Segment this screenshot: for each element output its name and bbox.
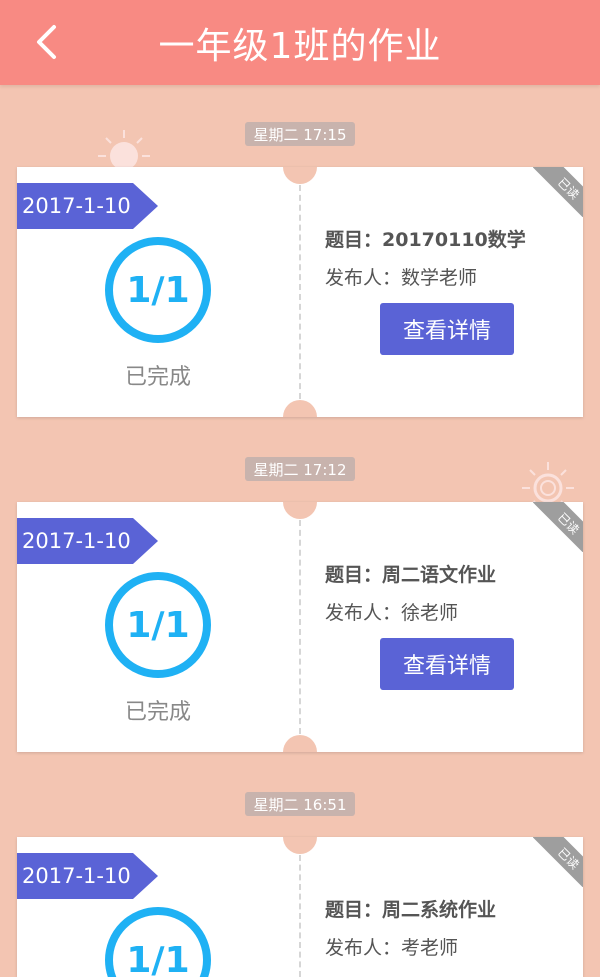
read-badge: 已读 [533, 167, 583, 217]
homework-card[interactable]: 2017-1-10 1/1 已完成 题目：20170110数学 发布人：数学老师… [17, 167, 583, 417]
date-tag: 2017-1-10 [17, 183, 158, 229]
timestamp-badge: 星期二 17:15 [245, 122, 355, 146]
homework-publisher: 发布人：考老师 [325, 937, 459, 959]
dashed-divider [299, 855, 301, 977]
homework-card[interactable]: 2017-1-10 1/1 题目：周二系统作业 发布人：考老师 已读 [17, 837, 583, 977]
read-badge: 已读 [533, 837, 583, 887]
chevron-left-icon [37, 25, 56, 59]
app-header: 一年级1班的作业 [0, 0, 600, 85]
view-details-button[interactable]: 查看详情 [380, 303, 514, 355]
dashed-divider [299, 185, 301, 399]
homework-subject: 题目：20170110数学 [325, 229, 526, 251]
page-title: 一年级1班的作业 [158, 25, 442, 67]
read-badge-label: 已读 [533, 167, 583, 217]
progress-circle: 1/1 [105, 572, 211, 678]
homework-subject: 题目：周二系统作业 [325, 899, 497, 921]
timestamp-badge: 星期二 16:51 [245, 792, 355, 816]
dashed-divider [299, 520, 301, 734]
read-badge-label: 已读 [533, 837, 583, 887]
back-button[interactable] [26, 22, 66, 62]
date-tag: 2017-1-10 [17, 518, 158, 564]
progress-circle: 1/1 [105, 237, 211, 343]
homework-publisher: 发布人：数学老师 [325, 267, 478, 289]
status-label: 已完成 [124, 700, 191, 725]
view-details-button[interactable]: 查看详情 [380, 638, 514, 690]
read-badge: 已读 [533, 502, 583, 552]
status-label: 已完成 [124, 365, 191, 390]
date-tag: 2017-1-10 [17, 853, 158, 899]
read-badge-label: 已读 [533, 502, 583, 552]
homework-subject: 题目：周二语文作业 [325, 564, 497, 586]
homework-card[interactable]: 2017-1-10 1/1 已完成 题目：周二语文作业 发布人：徐老师 查看详情… [17, 502, 583, 752]
timestamp-badge: 星期二 17:12 [245, 457, 355, 481]
homework-publisher: 发布人：徐老师 [325, 602, 459, 624]
